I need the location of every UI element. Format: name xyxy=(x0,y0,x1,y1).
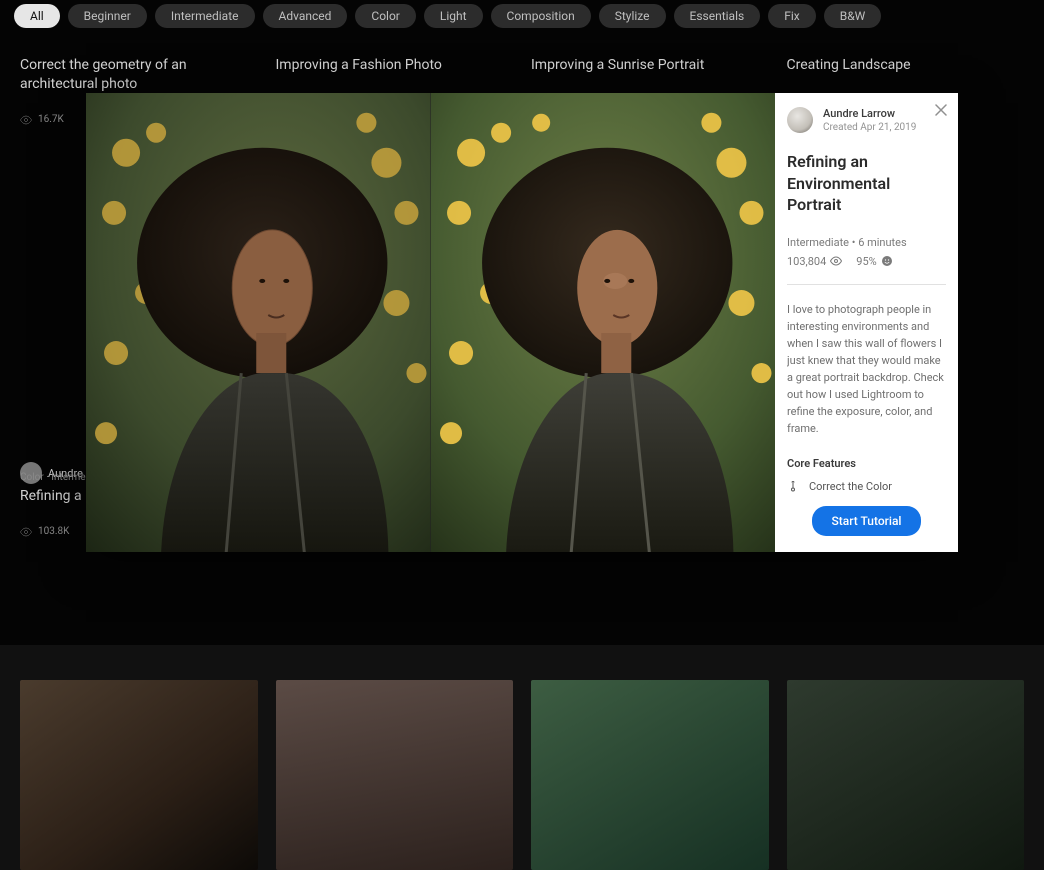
eye-icon xyxy=(20,526,32,538)
before-image xyxy=(86,93,431,552)
happy-pct: 95% xyxy=(856,255,876,268)
filter-pill[interactable]: Fix xyxy=(768,4,816,28)
card-title: Correct the geometry of an architectural… xyxy=(20,56,258,94)
feature-label: Correct the Color xyxy=(809,480,892,492)
tutorial-title: Refining an Environmental Portrait xyxy=(787,151,946,216)
eye-icon xyxy=(830,255,842,267)
bg-thumb-tile xyxy=(20,680,258,870)
tutorial-modal: Aundre Larrow Created Apr 21, 2019 Refin… xyxy=(86,93,958,552)
view-count: 103,804 xyxy=(787,255,826,268)
filter-pill[interactable]: All xyxy=(14,4,60,28)
sidebar-scroll[interactable]: Aundre Larrow Created Apr 21, 2019 Refin… xyxy=(787,107,954,492)
filter-pill[interactable]: Beginner xyxy=(68,4,147,28)
duration-label: 6 minutes xyxy=(858,236,906,249)
smile-icon xyxy=(881,255,893,267)
after-image xyxy=(431,93,776,552)
author-name: Aundre Larrow xyxy=(823,107,916,120)
bg-thumb-tile xyxy=(531,680,769,870)
bg-thumb-tile xyxy=(276,680,514,870)
filter-bar: All Beginner Intermediate Advanced Color Ligh… xyxy=(0,0,1044,36)
description: I love to photograph people in interesti… xyxy=(787,301,946,437)
card-title: Creating Landscape xyxy=(787,56,1025,75)
filter-pill[interactable]: Stylize xyxy=(599,4,666,28)
meta-row: Intermediate • 6 minutes xyxy=(787,236,946,249)
filter-pill[interactable]: Advanced xyxy=(263,4,348,28)
card-views: 16.7K xyxy=(38,114,64,125)
separator xyxy=(787,284,946,285)
card-title: Improving a Sunrise Portrait xyxy=(531,56,769,75)
card-views: 103.8K xyxy=(38,526,69,537)
filter-pill[interactable]: B&W xyxy=(824,4,882,28)
core-features-title: Core Features xyxy=(787,457,946,470)
filter-pill[interactable]: Essentials xyxy=(674,4,761,28)
level-label: Intermediate xyxy=(787,236,849,249)
filter-pill[interactable]: Color xyxy=(355,4,415,28)
stats-row: 103,804 95% xyxy=(787,255,946,268)
filter-pill[interactable]: Intermediate xyxy=(155,4,255,28)
start-tutorial-button[interactable]: Start Tutorial xyxy=(812,506,922,536)
thermometer-icon xyxy=(787,481,799,492)
author-row: Aundre Larrow Created Apr 21, 2019 xyxy=(787,107,946,133)
card-title: Improving a Fashion Photo xyxy=(276,56,514,75)
feature-item: Correct the Color xyxy=(787,480,946,492)
created-date: Created Apr 21, 2019 xyxy=(823,122,916,133)
modal-sidebar: Aundre Larrow Created Apr 21, 2019 Refin… xyxy=(775,93,958,552)
author-avatar xyxy=(787,107,813,133)
start-button-wrap: Start Tutorial xyxy=(775,506,958,536)
eye-icon xyxy=(20,114,32,126)
bg-thumb-tile xyxy=(787,680,1025,870)
filter-pill[interactable]: Composition xyxy=(491,4,591,28)
filter-pill[interactable]: Light xyxy=(424,4,483,28)
before-after-image xyxy=(86,93,775,552)
